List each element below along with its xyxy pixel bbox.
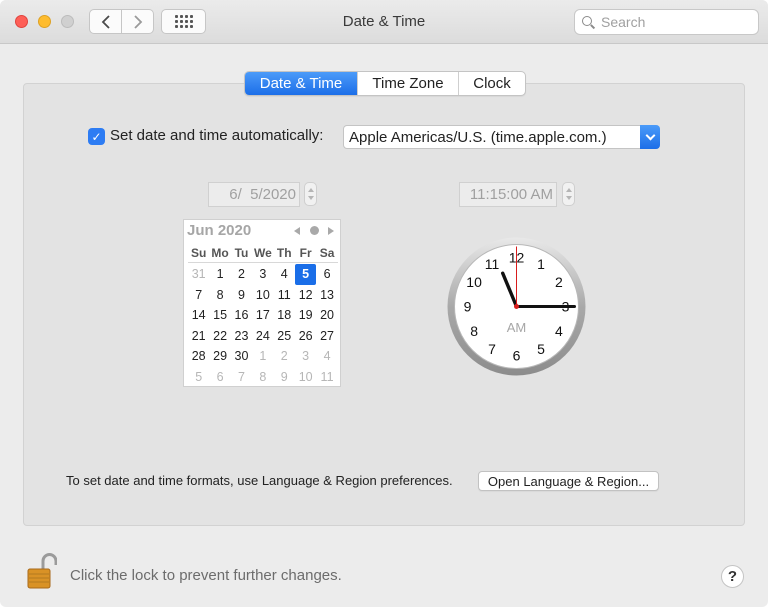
tab-clock[interactable]: Clock: [459, 72, 525, 95]
stepper-down-icon: [566, 196, 572, 200]
clock-number: 8: [470, 323, 478, 339]
calendar-day[interactable]: 3: [252, 264, 273, 285]
calendar-day[interactable]: 1: [209, 264, 230, 285]
calendar-day[interactable]: 2: [231, 264, 252, 285]
time-server-value: Apple Americas/U.S. (time.apple.com.): [349, 129, 607, 146]
weekday-label: Th: [274, 246, 295, 260]
clock-center: [514, 304, 519, 309]
calendar-day[interactable]: 29: [209, 346, 230, 367]
preferences-window: Date & Time Date & Time Time Zone Clock …: [0, 0, 768, 607]
calendar-day[interactable]: 25: [274, 326, 295, 347]
tab-bar: Date & Time Time Zone Clock: [244, 71, 526, 96]
calendar-day[interactable]: 17: [252, 305, 273, 326]
calendar-day[interactable]: 7: [188, 285, 209, 306]
clock-number: 11: [485, 256, 500, 272]
calendar-day[interactable]: 15: [209, 305, 230, 326]
clock-number: 2: [555, 274, 563, 290]
calendar-day[interactable]: 4: [274, 264, 295, 285]
calendar-day[interactable]: 19: [295, 305, 316, 326]
calendar-day[interactable]: 5: [188, 367, 209, 388]
stepper-up-icon: [308, 188, 314, 192]
calendar-day[interactable]: 24: [252, 326, 273, 347]
tab-time-zone[interactable]: Time Zone: [358, 72, 459, 95]
calendar-day[interactable]: 28: [188, 346, 209, 367]
clock-number: 5: [537, 341, 545, 357]
weekday-label: We: [252, 246, 273, 260]
clock-number: 7: [488, 341, 496, 357]
calendar-day[interactable]: 4: [316, 346, 337, 367]
weekday-label: Tu: [231, 246, 252, 260]
calendar-day[interactable]: 21: [188, 326, 209, 347]
calendar-day[interactable]: 11: [274, 285, 295, 306]
calendar-day[interactable]: 23: [231, 326, 252, 347]
formats-hint: To set date and time formats, use Langua…: [66, 473, 453, 488]
calendar-day[interactable]: 8: [209, 285, 230, 306]
next-month-icon[interactable]: [328, 227, 334, 235]
weekday-label: Su: [188, 246, 209, 260]
chevron-down-icon: [640, 125, 660, 149]
open-language-region-button[interactable]: Open Language & Region...: [478, 471, 659, 491]
tab-date-time[interactable]: Date & Time: [245, 72, 358, 95]
calendar-days: 3112345678910111213141516171819202122232…: [188, 264, 338, 388]
lock-message: Click the lock to prevent further change…: [70, 567, 342, 584]
today-dot-icon[interactable]: [310, 226, 319, 235]
auto-time-label: Set date and time automatically:: [110, 127, 323, 144]
time-stepper[interactable]: [562, 182, 575, 206]
calendar-day[interactable]: 11: [316, 367, 337, 388]
auto-time-checkbox[interactable]: ✓: [88, 128, 105, 145]
time-server-select[interactable]: Apple Americas/U.S. (time.apple.com.): [343, 125, 660, 149]
calendar-day[interactable]: 1: [252, 346, 273, 367]
previous-month-icon[interactable]: [294, 227, 300, 235]
help-button[interactable]: ?: [721, 565, 744, 588]
unlocked-padlock-icon[interactable]: [27, 552, 57, 590]
calendar-day[interactable]: 14: [188, 305, 209, 326]
calendar-day[interactable]: 3: [295, 346, 316, 367]
calendar-day[interactable]: 10: [295, 367, 316, 388]
clock-period: AM: [507, 320, 527, 335]
checkmark-icon: ✓: [91, 130, 101, 144]
calendar-header: Jun 2020: [184, 220, 340, 242]
weekday-header: SuMoTuWeThFrSa: [188, 246, 338, 263]
calendar-day[interactable]: 7: [231, 367, 252, 388]
clock-number: 6: [513, 348, 521, 364]
stepper-up-icon: [566, 188, 572, 192]
calendar-day[interactable]: 30: [231, 346, 252, 367]
calendar-day[interactable]: 22: [209, 326, 230, 347]
calendar-day[interactable]: 8: [252, 367, 273, 388]
clock-number: 10: [466, 274, 482, 290]
date-stepper[interactable]: [304, 182, 317, 206]
calendar-day[interactable]: 16: [231, 305, 252, 326]
calendar-day[interactable]: 6: [209, 367, 230, 388]
search-input[interactable]: [601, 14, 751, 30]
calendar: Jun 2020 SuMoTuWeThFrSa 3112345678910111…: [183, 219, 341, 387]
content-panel: [23, 83, 745, 526]
clock-number: 4: [555, 323, 563, 339]
title-bar: Date & Time: [0, 0, 768, 44]
time-field[interactable]: 11:15:00 AM: [459, 182, 557, 207]
search-icon: [582, 16, 595, 29]
clock-number: 1: [537, 256, 545, 272]
calendar-day[interactable]: 18: [274, 305, 295, 326]
calendar-day[interactable]: 12: [295, 285, 316, 306]
weekday-label: Fr: [295, 246, 316, 260]
analog-clock: 121234567891011 AM: [447, 237, 586, 376]
stepper-down-icon: [308, 196, 314, 200]
date-field[interactable]: 6/ 5/2020: [208, 182, 300, 207]
calendar-day[interactable]: 20: [316, 305, 337, 326]
calendar-day[interactable]: 6: [316, 264, 337, 285]
calendar-day[interactable]: 26: [295, 326, 316, 347]
weekday-label: Sa: [316, 246, 337, 260]
calendar-day[interactable]: 13: [316, 285, 337, 306]
calendar-day[interactable]: 27: [316, 326, 337, 347]
clock-number: 9: [464, 299, 472, 315]
calendar-day[interactable]: 2: [274, 346, 295, 367]
calendar-month-title: Jun 2020: [187, 222, 251, 239]
calendar-day-selected[interactable]: 5: [295, 264, 316, 285]
calendar-day[interactable]: 9: [274, 367, 295, 388]
calendar-day[interactable]: 9: [231, 285, 252, 306]
calendar-day[interactable]: 31: [188, 264, 209, 285]
search-field[interactable]: [574, 9, 759, 35]
calendar-day[interactable]: 10: [252, 285, 273, 306]
weekday-label: Mo: [209, 246, 230, 260]
